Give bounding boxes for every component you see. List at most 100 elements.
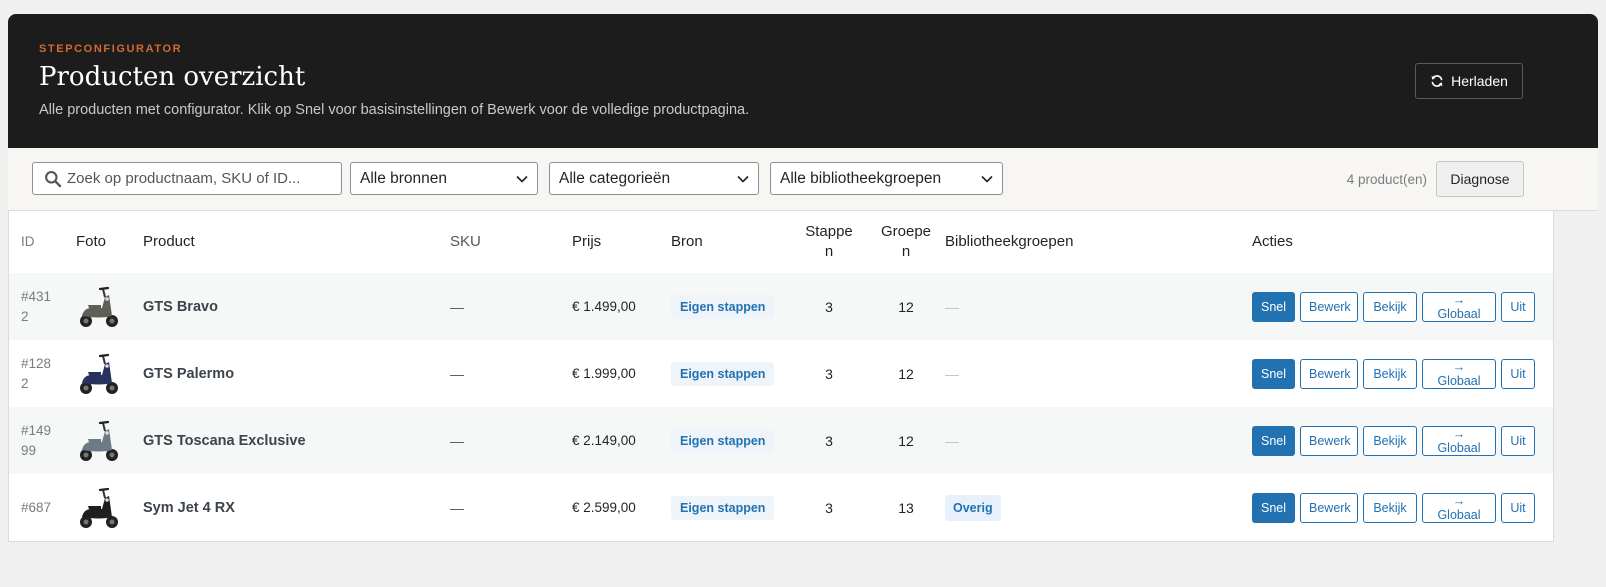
edit-button[interactable]: Bewerk [1300,358,1358,389]
product-photo [76,340,143,407]
row-actions: Snel Bewerk Bekijk → Globaal Uit [1252,358,1553,389]
column-header-bibliotheekgroepen: Bibliotheekgroepen [945,233,1074,250]
filter-toolbar: Alle bronnen Alle categorieën Alle bibli… [8,148,1598,211]
chevron-down-icon [516,175,528,183]
product-name: GTS Bravo [143,298,218,315]
library-group-value: Overig [945,494,1001,521]
library-groups-cell: — [945,407,1252,474]
column-header-stappen: Stappe n [805,223,853,260]
steps-count: 3 [825,298,833,315]
sources-select[interactable]: Alle bronnen [350,162,538,195]
product-photo [76,474,143,541]
table-row: #431 2 GTS Bravo — € 1.499,00 Eigen stap… [9,273,1553,340]
search-icon [45,170,62,187]
view-button[interactable]: Bekijk [1363,425,1417,456]
make-global-button[interactable]: → Globaal [1422,492,1496,523]
product-name: Sym Jet 4 RX [143,499,235,516]
column-header-id: ID [21,234,35,249]
product-photo [76,273,143,340]
steps-count: 3 [825,499,833,516]
products-table: ID Foto Product SKU Prijs Bron Stappe n … [9,211,1553,541]
products-table-container: ID Foto Product SKU Prijs Bron Stappe n … [8,211,1554,542]
quick-edit-button[interactable]: Snel [1252,492,1295,523]
disable-button[interactable]: Uit [1501,358,1535,389]
chevron-down-icon [981,175,993,183]
page-header: STEPCONFIGURATOR Producten overzicht All… [8,14,1598,148]
product-sku: — [450,432,464,449]
make-global-button[interactable]: → Globaal [1422,358,1496,389]
disable-button[interactable]: Uit [1501,291,1535,322]
quick-edit-button[interactable]: Snel [1252,425,1295,456]
library-group-value: — [945,432,959,449]
quick-edit-button[interactable]: Snel [1252,291,1295,322]
make-global-button[interactable]: → Globaal [1422,291,1496,322]
product-sku: — [450,499,464,516]
product-count: 4 product(en) [1346,172,1427,187]
library-groups-cell: — [945,340,1252,407]
refresh-icon [1431,75,1443,87]
categories-select[interactable]: Alle categorieën [549,162,759,195]
row-actions: Snel Bewerk Bekijk → Globaal Uit [1252,291,1553,322]
column-header-sku: SKU [450,233,481,250]
groups-count: 13 [898,499,914,516]
product-name: GTS Toscana Exclusive [143,432,306,449]
library-group-value: — [945,365,959,382]
product-price: € 1.499,00 [572,299,636,314]
disable-button[interactable]: Uit [1501,492,1535,523]
product-id: #128 2 [21,355,52,391]
groups-count: 12 [898,432,914,449]
view-button[interactable]: Bekijk [1363,492,1417,523]
search-input[interactable] [67,164,327,193]
row-actions: Snel Bewerk Bekijk → Globaal Uit [1252,425,1553,456]
scooter-image [80,353,118,394]
edit-button[interactable]: Bewerk [1300,291,1358,322]
diagnose-button[interactable]: Diagnose [1436,161,1524,197]
source-badge: Eigen stappen [671,361,775,386]
steps-count: 3 [825,365,833,382]
quick-edit-button[interactable]: Snel [1252,358,1295,389]
column-header-prijs: Prijs [572,233,602,250]
source-badge: Eigen stappen [671,495,775,520]
view-button[interactable]: Bekijk [1363,291,1417,322]
library-groups-cell: — [945,273,1252,340]
product-id: #687 [21,499,52,515]
product-sku: — [450,298,464,315]
product-price: € 2.599,00 [572,500,636,515]
categories-select-value: Alle categorieën [559,169,671,187]
table-row: #128 2 GTS Palermo — € 1.999,00 Eigen st… [9,340,1553,407]
table-header-row: ID Foto Product SKU Prijs Bron Stappe n … [9,211,1553,273]
page-title: Producten overzicht [39,62,306,92]
steps-count: 3 [825,432,833,449]
library-groups-select[interactable]: Alle bibliotheekgroepen [770,162,1003,195]
table-row: #687 Sym Jet 4 RX — € 2.599,00 Eigen sta… [9,474,1553,541]
product-id: #149 99 [21,422,52,458]
product-photo [76,407,143,474]
product-id: #431 2 [21,288,52,324]
chevron-down-icon [737,175,749,183]
search-box[interactable] [32,162,342,195]
product-price: € 1.999,00 [572,366,636,381]
column-header-bron: Bron [671,233,703,250]
page-subtitle: Alle producten met configurator. Klik op… [39,102,750,118]
scooter-image [80,487,118,528]
disable-button[interactable]: Uit [1501,425,1535,456]
source-badge: Eigen stappen [671,428,775,453]
sources-select-value: Alle bronnen [360,169,448,187]
row-actions: Snel Bewerk Bekijk → Globaal Uit [1252,492,1553,523]
column-header-product: Product [143,233,195,250]
product-name: GTS Palermo [143,365,235,382]
product-price: € 2.149,00 [572,433,636,448]
column-header-groepen: Groepe n [880,223,932,260]
product-sku: — [450,365,464,382]
reload-label: Herladen [1451,73,1508,89]
make-global-button[interactable]: → Globaal [1422,425,1496,456]
column-header-acties: Acties [1252,233,1293,250]
edit-button[interactable]: Bewerk [1300,492,1358,523]
library-group-value: — [945,298,959,315]
reload-button[interactable]: Herladen [1415,63,1523,99]
table-row: #149 99 GTS Toscana Exclusive — € 2.149,… [9,407,1553,474]
header-eyebrow: STEPCONFIGURATOR [39,43,183,55]
view-button[interactable]: Bekijk [1363,358,1417,389]
edit-button[interactable]: Bewerk [1300,425,1358,456]
library-groups-select-value: Alle bibliotheekgroepen [780,169,942,187]
